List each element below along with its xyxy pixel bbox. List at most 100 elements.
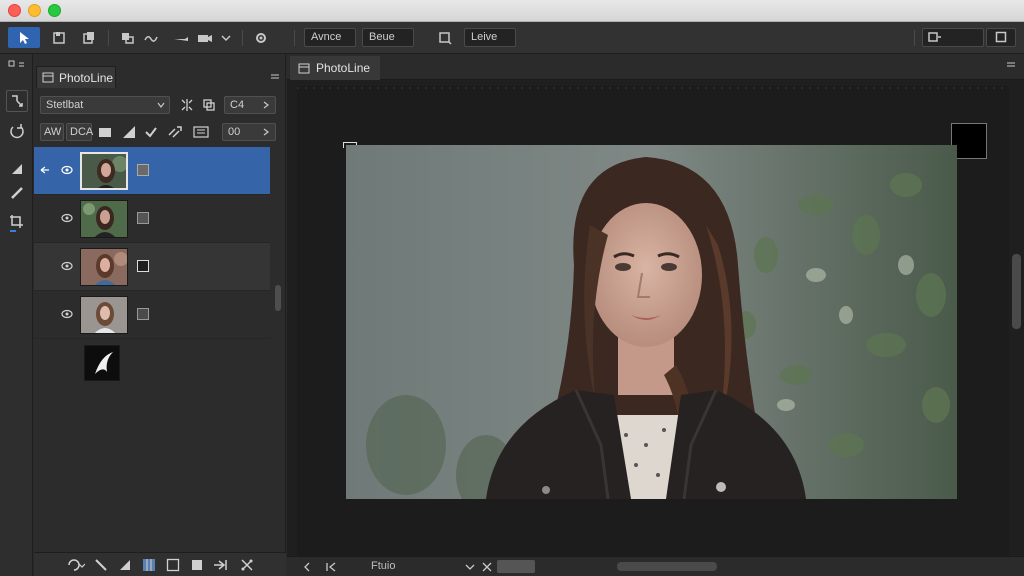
pen-icon: [11, 187, 23, 199]
minimize-window-button[interactable]: [28, 4, 41, 17]
layer-thumbnail: [80, 152, 128, 190]
canvas-horizontal-scrollbar[interactable]: [617, 562, 717, 571]
frame-button[interactable]: [436, 27, 454, 48]
transform-tool-button[interactable]: [6, 90, 28, 112]
fill-button[interactable]: [116, 556, 134, 574]
panel-menu-icon[interactable]: [6, 58, 28, 70]
scrollbar-thumb[interactable]: [275, 285, 281, 311]
document-tab[interactable]: PhotoLine: [290, 56, 380, 80]
layer-size-value: 00: [228, 126, 241, 138]
layer-row[interactable]: [34, 291, 270, 339]
blend-mode-select[interactable]: Stetlbat: [40, 96, 170, 114]
layers-button[interactable]: [116, 27, 138, 48]
curve-button[interactable]: [142, 27, 160, 48]
aw-button[interactable]: AW: [40, 123, 64, 141]
mask-icon[interactable]: [137, 164, 149, 176]
pen-tool-button[interactable]: [6, 182, 28, 204]
eye-icon[interactable]: [61, 261, 73, 271]
document-menu-icon[interactable]: [1006, 62, 1016, 68]
crop-tool-button[interactable]: [6, 212, 28, 234]
effects-button[interactable]: [178, 96, 196, 114]
canvas-vertical-scrollbar[interactable]: [1012, 254, 1021, 329]
fullscreen-button[interactable]: [986, 28, 1016, 47]
merge-button[interactable]: [212, 556, 230, 574]
fill-icon: [120, 560, 130, 570]
rotate-tool-button[interactable]: [6, 120, 28, 142]
link-button[interactable]: [166, 123, 184, 141]
blend-mode-value: Stetlbat: [46, 99, 84, 111]
duplicate-button[interactable]: [200, 96, 218, 114]
folder-button[interactable]: [96, 123, 114, 141]
first-frame-icon[interactable]: [325, 561, 337, 573]
new-layer-button[interactable]: [64, 556, 88, 574]
active-layer-arrow-icon: [40, 166, 49, 174]
chevron-down-icon[interactable]: [465, 563, 475, 571]
toolbar-field-a[interactable]: Avnce: [304, 28, 356, 47]
document-icon: [53, 31, 65, 44]
adjustment-icon: [143, 559, 155, 571]
settings-button[interactable]: [250, 27, 272, 48]
tool-strip: [0, 54, 33, 576]
eye-icon[interactable]: [61, 309, 73, 319]
layer-size-field[interactable]: 00: [222, 123, 276, 141]
maximize-window-button[interactable]: [48, 4, 61, 17]
check-icon: [145, 127, 157, 138]
document-area: PhotoLine Ftuio: [287, 54, 1024, 576]
chevron-down-icon: [157, 102, 165, 108]
group-button[interactable]: [188, 556, 206, 574]
mask-add-button[interactable]: [164, 556, 182, 574]
mask-icon[interactable]: [137, 260, 149, 272]
opacity-field[interactable]: C4: [224, 96, 276, 114]
window-icon: [928, 32, 941, 42]
panel-menu-icon[interactable]: [270, 74, 280, 80]
chevron-left-icon[interactable]: [303, 562, 311, 572]
image-canvas[interactable]: [297, 86, 1009, 556]
status-bar: Ftuio: [287, 556, 1024, 576]
eye-icon[interactable]: [61, 213, 73, 223]
gear-icon: [256, 32, 266, 43]
brush-button[interactable]: [92, 556, 110, 574]
panel-tab-icon: [42, 72, 54, 83]
brush-button[interactable]: [170, 27, 192, 48]
toolbar-field-c[interactable]: Leive: [464, 28, 516, 47]
chevron-down-icon: [221, 34, 231, 41]
mask-icon[interactable]: [137, 308, 149, 320]
layer-row[interactable]: [34, 147, 270, 195]
crop-icon: [10, 215, 23, 232]
eye-icon[interactable]: [61, 165, 73, 175]
toolbar-dropdown-button[interactable]: [218, 27, 234, 48]
sparkle-icon: [181, 99, 193, 111]
duplicate-icon: [203, 99, 215, 111]
copy-button[interactable]: [78, 27, 100, 48]
dca-button[interactable]: DCA: [66, 123, 93, 141]
document-tab-bar: PhotoLine: [287, 54, 1024, 80]
panel-bottom-bar: [34, 552, 286, 576]
view-mode-field[interactable]: [922, 28, 984, 47]
transform-icon: [12, 95, 23, 107]
toolbar-field-b[interactable]: Beue: [362, 28, 414, 47]
group-icon: [192, 560, 202, 570]
frame-icon: [439, 31, 452, 45]
gradient-button[interactable]: [120, 123, 138, 141]
pointer-tool-button[interactable]: [8, 27, 40, 48]
layer-scrollbar[interactable]: [272, 147, 282, 547]
layer-thumbnail: [80, 296, 128, 334]
zoom-slider[interactable]: [497, 560, 535, 573]
close-icon[interactable]: [481, 561, 493, 573]
layer-row[interactable]: [34, 243, 270, 291]
panel-tab-photoline[interactable]: PhotoLine: [36, 66, 116, 88]
delete-layer-button[interactable]: [238, 556, 256, 574]
close-window-button[interactable]: [8, 4, 21, 17]
layer-row[interactable]: [34, 195, 270, 243]
camera-icon: [198, 34, 212, 42]
open-file-button[interactable]: [48, 27, 70, 48]
eraser-tool-button[interactable]: [6, 158, 28, 180]
grid-button[interactable]: [192, 123, 210, 141]
layer-thumbnail: [84, 345, 120, 381]
layer-row[interactable]: [34, 339, 270, 389]
video-button[interactable]: [194, 27, 216, 48]
adjustment-button[interactable]: [140, 556, 158, 574]
mask-icon[interactable]: [137, 212, 149, 224]
apply-button[interactable]: [142, 123, 160, 141]
square-icon: [995, 31, 1007, 43]
